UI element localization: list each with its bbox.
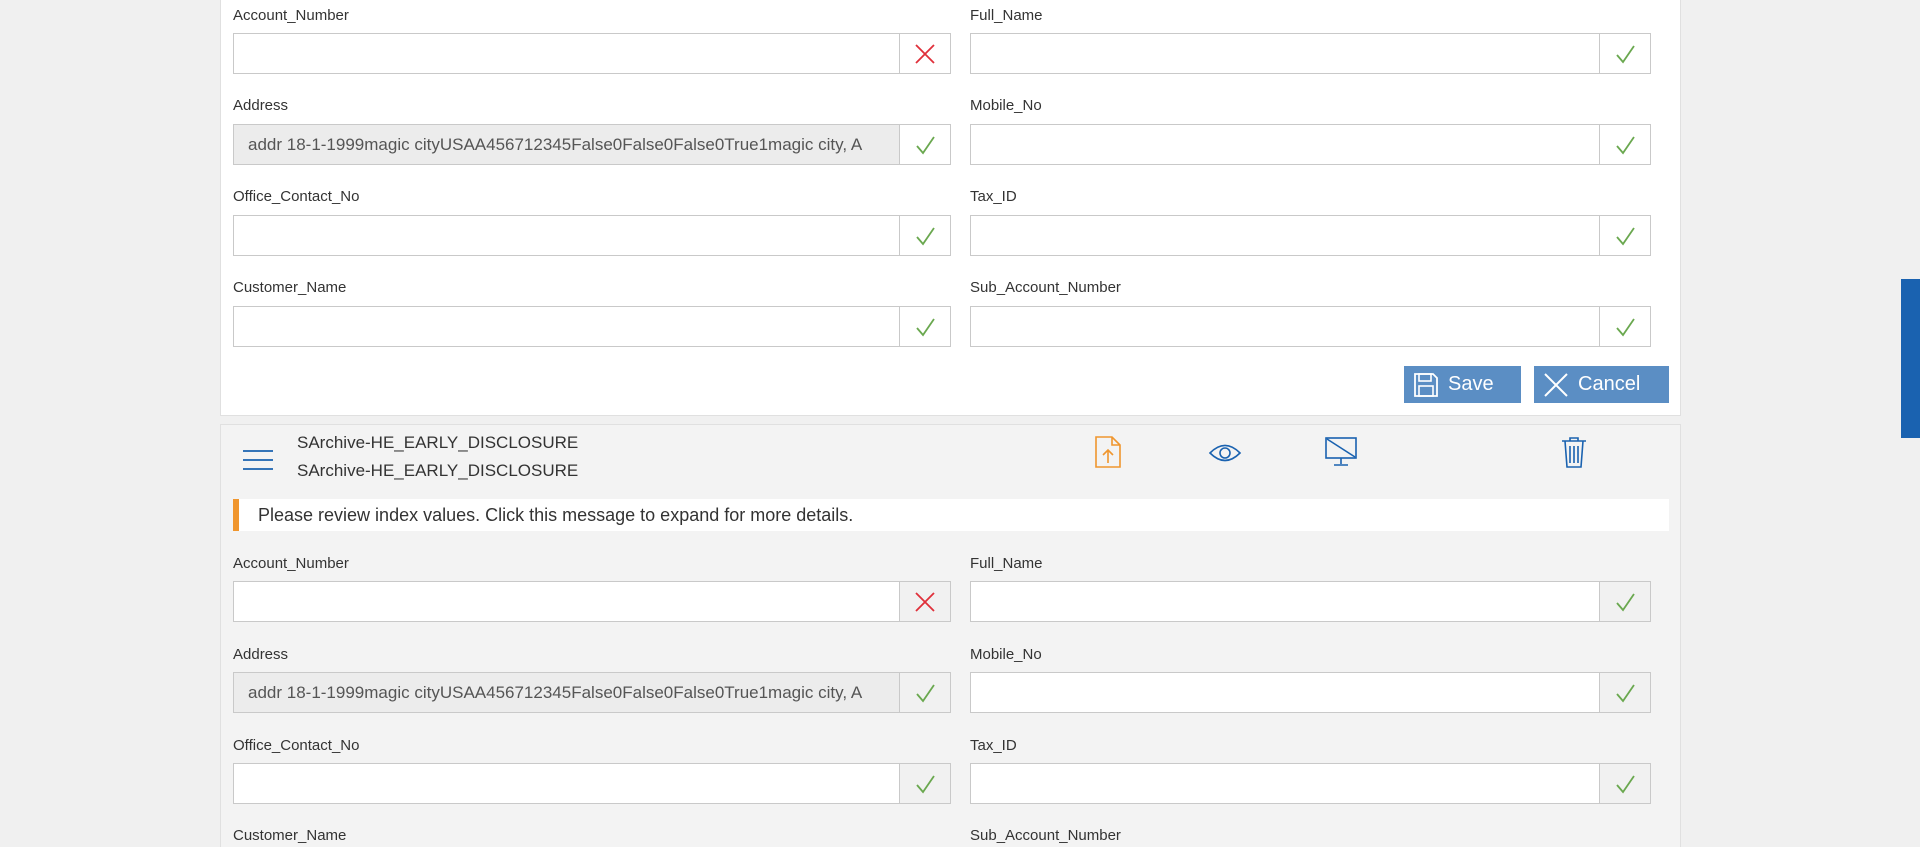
display-off-icon[interactable]: [1324, 436, 1358, 473]
trash-icon[interactable]: [1560, 435, 1588, 474]
address-label: Address: [233, 646, 289, 663]
tax-id-input[interactable]: [971, 764, 1599, 803]
full-name-input[interactable]: [971, 582, 1599, 621]
upload-icon[interactable]: [1094, 435, 1122, 474]
close-icon: [1534, 366, 1578, 403]
mobile-no-label: Mobile_No: [970, 646, 1042, 663]
customer-name-label: Customer_Name: [233, 279, 347, 296]
document-title: SArchive-HE_EARLY_DISCLOSURE: [297, 433, 579, 452]
valid-check-icon: [899, 216, 950, 255]
valid-check-icon: [899, 673, 950, 712]
valid-check-icon: [1599, 307, 1650, 346]
valid-check-icon: [1599, 34, 1650, 73]
office-contact-no-label: Office_Contact_No: [233, 188, 360, 205]
tax-id-input[interactable]: [971, 216, 1599, 255]
save-button[interactable]: Save: [1404, 366, 1521, 403]
mobile-no-field: [970, 672, 1651, 713]
account-number-field: [233, 33, 951, 74]
save-label: Save: [1448, 373, 1494, 395]
full-name-label: Full_Name: [970, 555, 1043, 572]
office-contact-no-input[interactable]: [234, 216, 899, 255]
cancel-button[interactable]: Cancel: [1534, 366, 1669, 403]
tax-id-field: [970, 215, 1651, 256]
valid-check-icon: [1599, 582, 1650, 621]
customer-name-input[interactable]: [234, 307, 899, 346]
valid-check-icon: [899, 307, 950, 346]
account-number-input[interactable]: [234, 34, 899, 73]
view-icon[interactable]: [1208, 442, 1242, 469]
sub-account-number-input[interactable]: [971, 307, 1599, 346]
valid-check-icon: [899, 125, 950, 164]
valid-check-icon: [1599, 764, 1650, 803]
document-subtitle: SArchive-HE_EARLY_DISCLOSURE: [297, 461, 579, 480]
mobile-no-field: [970, 124, 1651, 165]
valid-check-icon: [1599, 216, 1650, 255]
valid-check-icon: [1599, 673, 1650, 712]
full-name-input[interactable]: [971, 34, 1599, 73]
menu-icon[interactable]: [241, 445, 277, 475]
customer-name-label: Customer_Name: [233, 827, 347, 844]
valid-check-icon: [899, 764, 950, 803]
document-header: SArchive-HE_EARLY_DISCLOSURE SArchive-HE…: [220, 430, 1681, 494]
floppy-disk-icon: [1404, 366, 1448, 403]
invalid-icon: [899, 34, 950, 73]
customer-name-field: [233, 306, 951, 347]
office-contact-no-field: [233, 763, 951, 804]
office-contact-no-input[interactable]: [234, 764, 899, 803]
address-label: Address: [233, 97, 289, 114]
mobile-no-label: Mobile_No: [970, 97, 1042, 114]
sub-account-number-label: Sub_Account_Number: [970, 827, 1121, 844]
account-number-label: Account_Number: [233, 7, 349, 24]
address-input[interactable]: addr 18-1-1999magic cityUSAA456712345Fal…: [234, 673, 899, 712]
full-name-label: Full_Name: [970, 7, 1043, 24]
tax-id-field: [970, 763, 1651, 804]
valid-check-icon: [1599, 125, 1650, 164]
account-number-label: Account_Number: [233, 555, 349, 572]
mobile-no-input[interactable]: [971, 125, 1599, 164]
full-name-field: [970, 33, 1651, 74]
scrollbar-thumb[interactable]: [1901, 279, 1920, 438]
sub-account-number-field: [970, 306, 1651, 347]
address-input[interactable]: addr 18-1-1999magic cityUSAA456712345Fal…: [234, 125, 899, 164]
address-field: addr 18-1-1999magic cityUSAA456712345Fal…: [233, 672, 951, 713]
full-name-field: [970, 581, 1651, 622]
office-contact-no-field: [233, 215, 951, 256]
review-notice[interactable]: Please review index values. Click this m…: [233, 499, 1669, 531]
address-field: addr 18-1-1999magic cityUSAA456712345Fal…: [233, 124, 951, 165]
mobile-no-input[interactable]: [971, 673, 1599, 712]
cancel-label: Cancel: [1578, 373, 1641, 395]
sub-account-number-label: Sub_Account_Number: [970, 279, 1121, 296]
account-number-field: [233, 581, 951, 622]
tax-id-label: Tax_ID: [970, 188, 1017, 205]
office-contact-no-label: Office_Contact_No: [233, 737, 360, 754]
invalid-icon: [899, 582, 950, 621]
tax-id-label: Tax_ID: [970, 737, 1017, 754]
account-number-input[interactable]: [234, 582, 899, 621]
